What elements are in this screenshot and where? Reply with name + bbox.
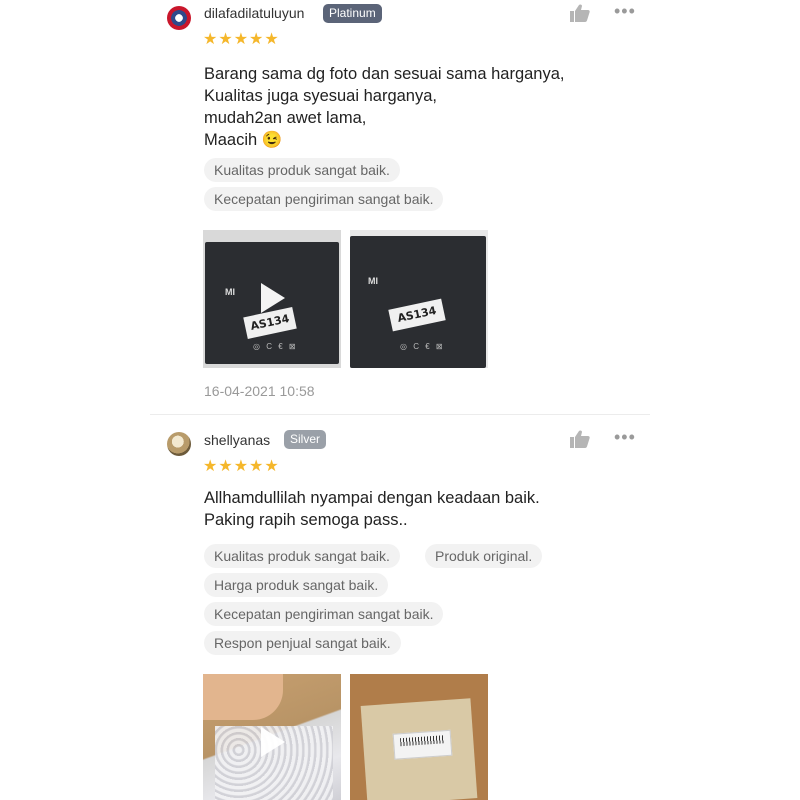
thumbs-up-icon[interactable]: [570, 4, 590, 22]
review-tag: Produk original.: [425, 544, 543, 568]
brand-label: MI: [368, 276, 378, 286]
review-comment: Allhamdullilah nyampai dengan keadaan ba…: [204, 489, 540, 529]
avatar[interactable]: [167, 432, 191, 456]
play-icon[interactable]: [261, 727, 285, 757]
avatar[interactable]: [167, 6, 191, 30]
divider: [150, 414, 650, 415]
package-image: [360, 698, 478, 800]
review-video-thumbnail[interactable]: MI AS134 ◎ C € ⊠: [203, 230, 341, 368]
review-tag: Kecepatan pengiriman sangat baik.: [204, 602, 444, 626]
battery-model-label: AS134: [388, 298, 446, 332]
cert-icons: ◎ C € ⊠: [253, 342, 298, 351]
username[interactable]: dilafadilatuluyun: [204, 5, 304, 21]
review-tag: Kualitas produk sangat baik.: [204, 158, 400, 182]
more-icon[interactable]: •••: [614, 428, 636, 446]
more-icon[interactable]: •••: [614, 2, 636, 20]
membership-badge: Platinum: [323, 4, 382, 23]
review-image-thumbnail[interactable]: MI AS134 ◎ C € ⊠: [350, 230, 488, 368]
review-card: dilafadilatuluyun Platinum ••• ★★★★★ Bar…: [150, 0, 650, 415]
username[interactable]: shellyanas: [204, 432, 270, 448]
battery-image: MI AS134 ◎ C € ⊠: [350, 236, 486, 368]
hand-image: [203, 674, 283, 720]
thumbs-up-icon[interactable]: [570, 430, 590, 448]
review-tag: Harga produk sangat baik.: [204, 573, 389, 597]
review-tag: Respon penjual sangat baik.: [204, 631, 401, 655]
star-rating: ★★★★★: [203, 31, 280, 48]
brand-label: MI: [225, 287, 235, 297]
review-image-thumbnail[interactable]: [350, 674, 488, 800]
review-list: dilafadilatuluyun Platinum ••• ★★★★★ Bar…: [0, 0, 800, 800]
membership-badge: Silver: [284, 430, 327, 449]
review-video-thumbnail[interactable]: [203, 674, 341, 800]
play-icon[interactable]: [261, 283, 285, 313]
review-timestamp: 16-04-2021 10:58: [204, 383, 315, 399]
cert-icons: ◎ C € ⊠: [400, 342, 445, 351]
review-comment: Barang sama dg foto dan sesuai sama harg…: [204, 65, 565, 149]
star-rating: ★★★★★: [203, 458, 280, 475]
shipping-label: [392, 729, 453, 760]
review-tag: Kualitas produk sangat baik.: [204, 544, 400, 568]
review-tag: Kecepatan pengiriman sangat baik.: [204, 187, 444, 211]
review-card: shellyanas Silver ••• ★★★★★ Allhamdullil…: [150, 416, 650, 800]
